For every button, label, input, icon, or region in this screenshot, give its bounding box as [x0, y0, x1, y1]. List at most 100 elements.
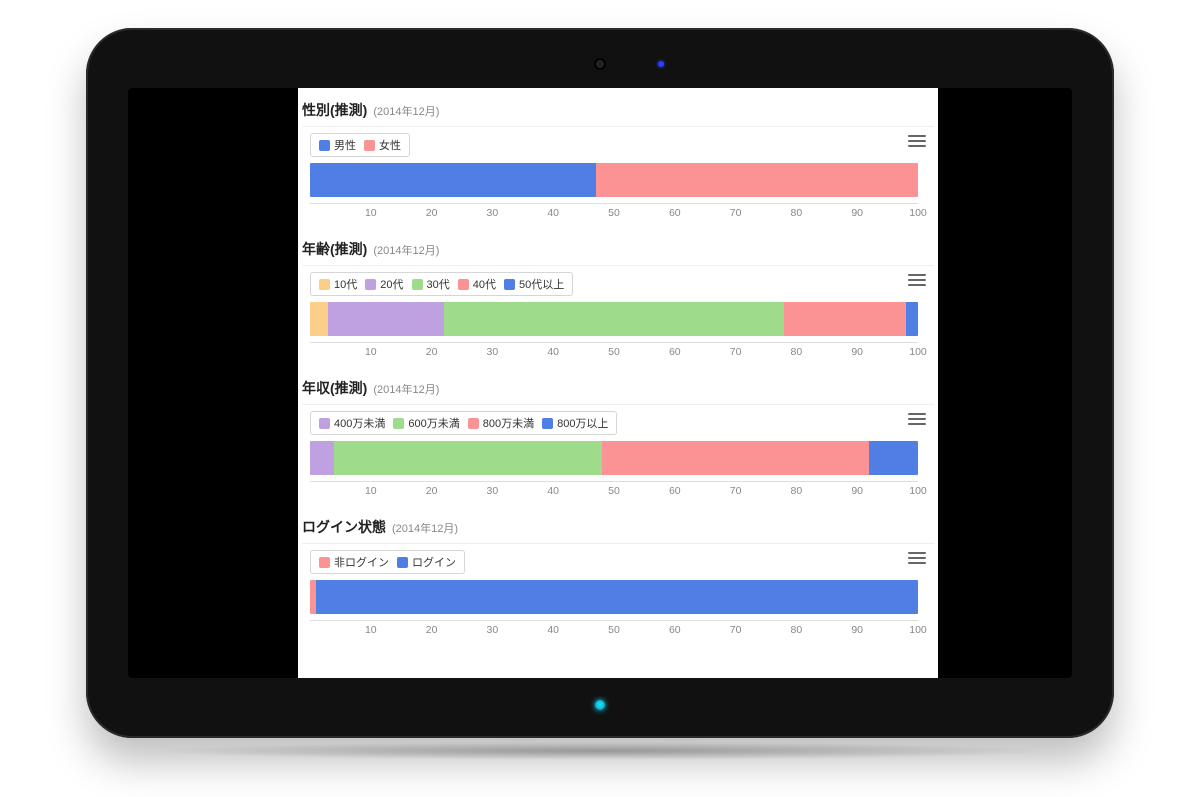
chart-plot-area: 10 20 30 40 50 60 70 80 90 100 [310, 302, 928, 370]
chart-section-gender: 性別(推測) (2014年12月) 男性 女性 [298, 94, 938, 233]
legend-item[interactable]: 800万以上 [542, 415, 608, 431]
legend-label: 10代 [334, 276, 357, 292]
legend-label: 800万以上 [557, 415, 608, 431]
axis-tick: 100 [909, 624, 927, 636]
axis-line [310, 342, 918, 343]
legend-swatch [397, 557, 408, 568]
legend-label: 40代 [473, 276, 496, 292]
bar-segment [334, 441, 602, 475]
axis-tick: 10 [365, 485, 377, 497]
bar-segment [906, 302, 918, 336]
axis-tick: 40 [547, 624, 559, 636]
chart-card: 男性 女性 10 [302, 126, 934, 233]
legend-item[interactable]: 400万未満 [319, 415, 385, 431]
axis-tick: 70 [730, 624, 742, 636]
stacked-bar [310, 441, 918, 475]
axis-tick: 60 [669, 346, 681, 358]
chart-legend: 男性 女性 [310, 133, 410, 157]
chart-legend: 非ログイン ログイン [310, 550, 465, 574]
bar-segment [602, 441, 870, 475]
bar-segment [596, 163, 918, 197]
axis-tick: 80 [791, 624, 803, 636]
legend-item[interactable]: 600万未満 [393, 415, 459, 431]
chart-title-date: (2014年12月) [373, 103, 439, 119]
legend-item[interactable]: 40代 [458, 276, 496, 292]
chart-title: 性別(推測) (2014年12月) [302, 98, 934, 126]
x-axis: 10 20 30 40 50 60 70 80 90 100 [310, 342, 918, 370]
x-axis: 10 20 30 40 50 60 70 80 90 100 [310, 203, 918, 231]
chart-menu-icon[interactable] [908, 411, 926, 427]
axis-tick: 50 [608, 485, 620, 497]
legend-label: 800万未満 [483, 415, 534, 431]
axis-tick: 90 [851, 485, 863, 497]
axis-tick: 70 [730, 346, 742, 358]
chart-menu-icon[interactable] [908, 550, 926, 566]
axis-tick: 80 [791, 485, 803, 497]
legend-label: 非ログイン [334, 554, 389, 570]
axis-tick: 40 [547, 485, 559, 497]
legend-swatch [412, 279, 423, 290]
axis-line [310, 203, 918, 204]
bar-segment [310, 163, 596, 197]
axis-tick: 70 [730, 485, 742, 497]
legend-item[interactable]: 30代 [412, 276, 450, 292]
axis-tick: 100 [909, 346, 927, 358]
bar-segment [444, 302, 784, 336]
axis-line [310, 481, 918, 482]
legend-item[interactable]: ログイン [397, 554, 456, 570]
legend-item[interactable]: 20代 [365, 276, 403, 292]
bar-segment [316, 580, 918, 614]
legend-item[interactable]: 非ログイン [319, 554, 389, 570]
chart-section-login: ログイン状態 (2014年12月) 非ログイン ログイン [298, 511, 938, 650]
chart-title: ログイン状態 (2014年12月) [302, 515, 934, 543]
legend-item[interactable]: 男性 [319, 137, 356, 153]
legend-label: 30代 [427, 276, 450, 292]
legend-label: 20代 [380, 276, 403, 292]
chart-menu-icon[interactable] [908, 272, 926, 288]
sensor-dot [658, 61, 664, 67]
bar-segment [869, 441, 918, 475]
x-axis: 10 20 30 40 50 60 70 80 90 100 [310, 620, 918, 648]
legend-swatch [458, 279, 469, 290]
legend-swatch [468, 418, 479, 429]
legend-swatch [319, 279, 330, 290]
legend-item[interactable]: 女性 [364, 137, 401, 153]
axis-tick: 30 [487, 207, 499, 219]
axis-tick: 80 [791, 207, 803, 219]
chart-title-text: 年齢(推測) [302, 239, 367, 259]
legend-swatch [393, 418, 404, 429]
chart-menu-icon[interactable] [908, 133, 926, 149]
axis-tick: 10 [365, 207, 377, 219]
legend-item[interactable]: 50代以上 [504, 276, 564, 292]
axis-tick: 60 [669, 207, 681, 219]
home-indicator [595, 700, 605, 710]
axis-tick: 90 [851, 207, 863, 219]
axis-tick: 60 [669, 624, 681, 636]
legend-swatch [542, 418, 553, 429]
stacked-bar [310, 302, 918, 336]
legend-item[interactable]: 800万未満 [468, 415, 534, 431]
chart-title-text: 性別(推測) [302, 100, 367, 120]
chart-title: 年収(推測) (2014年12月) [302, 376, 934, 404]
axis-tick: 70 [730, 207, 742, 219]
axis-tick: 20 [426, 485, 438, 497]
chart-plot-area: 10 20 30 40 50 60 70 80 90 100 [310, 580, 928, 648]
legend-item[interactable]: 10代 [319, 276, 357, 292]
chart-section-age: 年齢(推測) (2014年12月) 10代 20代 30代 40代 50代以上 [298, 233, 938, 372]
axis-tick: 100 [909, 207, 927, 219]
bar-segment [310, 441, 334, 475]
device-screen: 性別(推測) (2014年12月) 男性 女性 [128, 88, 1072, 678]
axis-tick: 10 [365, 624, 377, 636]
axis-tick: 90 [851, 624, 863, 636]
axis-tick: 50 [608, 207, 620, 219]
axis-tick: 50 [608, 346, 620, 358]
chart-legend: 10代 20代 30代 40代 50代以上 [310, 272, 573, 296]
axis-tick: 30 [487, 346, 499, 358]
axis-tick: 40 [547, 346, 559, 358]
chart-section-income: 年収(推測) (2014年12月) 400万未満 600万未満 800万未満 8… [298, 372, 938, 511]
chart-title: 年齢(推測) (2014年12月) [302, 237, 934, 265]
legend-label: 50代以上 [519, 276, 564, 292]
axis-tick: 40 [547, 207, 559, 219]
chart-title-date: (2014年12月) [373, 242, 439, 258]
axis-tick: 100 [909, 485, 927, 497]
